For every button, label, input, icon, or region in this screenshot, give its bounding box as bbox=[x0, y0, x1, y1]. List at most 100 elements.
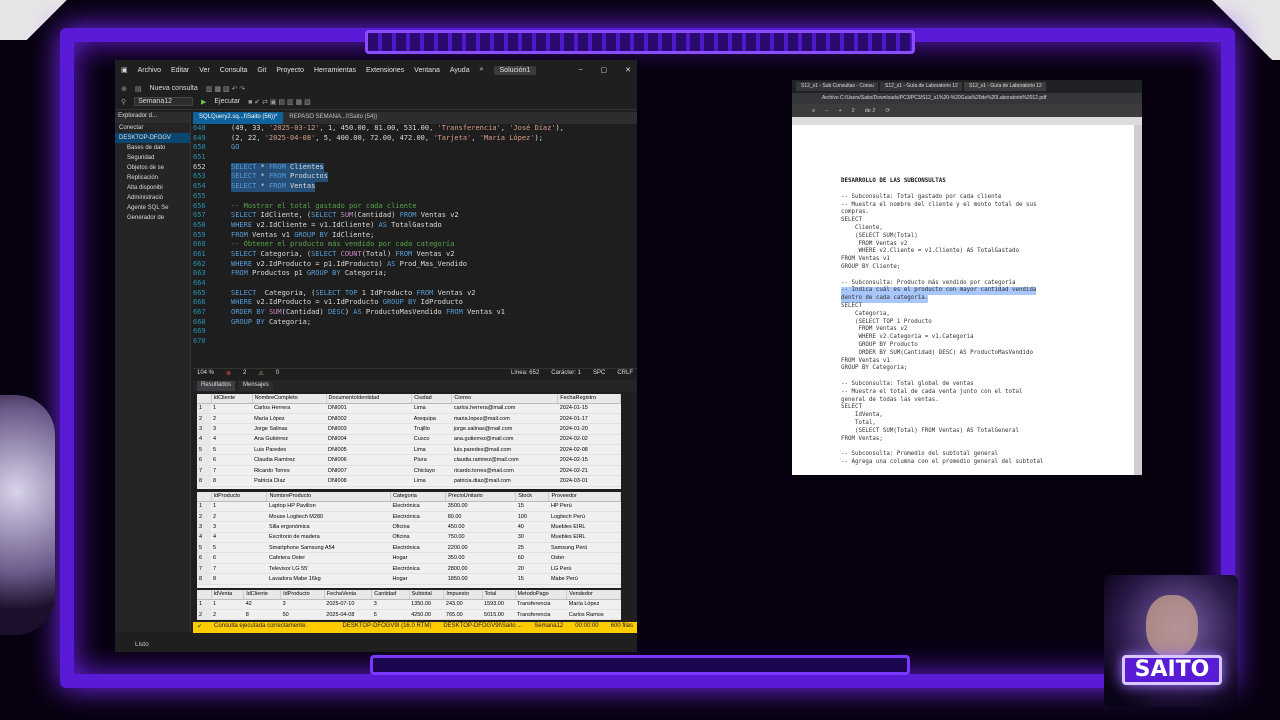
table-cell[interactable]: Lima bbox=[411, 403, 452, 414]
table-cell[interactable]: 1850.00 bbox=[445, 573, 516, 585]
tree-node[interactable]: Replicación bbox=[115, 173, 190, 183]
address-bar[interactable]: Archivo C:/Users/Saito/Downloads/PC3/PC3… bbox=[792, 93, 1142, 104]
code-line[interactable]: 653 SELECT * FROM Productos bbox=[193, 172, 637, 183]
table-cell[interactable]: ana.gutierrez@mail.com bbox=[451, 434, 558, 446]
table-cell[interactable]: 243.00 bbox=[443, 599, 483, 610]
column-header[interactable]: MetodoPago bbox=[515, 590, 568, 600]
table-cell[interactable]: Laptop HP Pavilion bbox=[266, 501, 391, 512]
results-grid-ventas[interactable]: IdVenta IdCliente IdProducto FechaVenta Cant… bbox=[197, 590, 621, 620]
table-cell[interactable]: Samsung Perú bbox=[548, 542, 621, 554]
table-cell[interactable]: 2024-01-15 bbox=[557, 403, 621, 414]
code-line[interactable]: 665 SELECT Categoria, (SELECT TOP 1 IdPro… bbox=[193, 289, 637, 299]
menu-icon[interactable]: ≡ bbox=[812, 108, 815, 114]
column-header[interactable]: Stock bbox=[515, 492, 550, 502]
table-cell[interactable]: 4 bbox=[211, 434, 253, 446]
table-row[interactable]: 2 2 María López DNI002 Arequipa maria.lopez@m… bbox=[197, 413, 621, 425]
table-cell[interactable]: María López bbox=[252, 413, 327, 425]
table-cell[interactable]: Mabe Perú bbox=[548, 573, 621, 585]
table-cell[interactable]: Muebles EIRL bbox=[548, 521, 621, 533]
code-line[interactable]: 655 bbox=[193, 192, 637, 202]
table-cell[interactable]: Trujillo bbox=[411, 423, 452, 435]
menu-item[interactable]: Consulta bbox=[220, 67, 248, 74]
menu-item[interactable]: Ayuda bbox=[450, 67, 470, 74]
table-cell[interactable]: Smartphone Samsung A54 bbox=[266, 542, 391, 554]
table-row[interactable]: 7 7 Ricardo Torres DNI007 Chiclayo ricardo.to… bbox=[197, 465, 621, 477]
table-cell[interactable]: ricardo.torres@mail.com bbox=[451, 465, 558, 477]
table-row[interactable]: 1 1 Laptop HP Pavilion Electrónica 3500.00 15… bbox=[197, 501, 621, 512]
table-cell[interactable]: 2200.00 bbox=[445, 542, 516, 554]
table-cell[interactable]: 1593.00 bbox=[482, 599, 516, 610]
code-line[interactable]: 670 bbox=[193, 337, 637, 347]
table-cell[interactable]: 80.00 bbox=[445, 511, 516, 523]
column-header[interactable]: FechaVenta bbox=[324, 590, 373, 600]
table-cell[interactable]: 3 bbox=[280, 599, 325, 610]
table-cell[interactable]: 8 bbox=[243, 609, 281, 620]
table-row[interactable]: 1 1 42 3 2025-07-10 3 1350.00 243.00 1593.00 Tran… bbox=[197, 599, 621, 610]
table-cell[interactable]: 2 bbox=[211, 609, 244, 620]
table-cell[interactable]: 5015.00 bbox=[482, 609, 516, 620]
row-number[interactable]: 8 bbox=[197, 573, 211, 585]
code-line[interactable]: 648 (49, 33, '2025-03-12', 1, 450.00, 81.… bbox=[193, 124, 637, 134]
code-line[interactable]: 662 WHERE v2.IdProducto = p1.IdProducto) … bbox=[193, 260, 637, 270]
browser-tab[interactable]: S12_s1 - Sub Consultas - Consu bbox=[796, 82, 878, 91]
table-cell[interactable]: 3 bbox=[211, 521, 267, 533]
row-number[interactable]: 5 bbox=[197, 444, 211, 456]
table-cell[interactable]: 40 bbox=[515, 521, 549, 533]
code-line[interactable]: 669 bbox=[193, 327, 637, 337]
table-cell[interactable]: Lima bbox=[411, 475, 452, 487]
tree-node[interactable]: Alta disponibi bbox=[115, 183, 190, 193]
table-cell[interactable]: DNI006 bbox=[326, 454, 412, 466]
table-cell[interactable]: 2024-01-20 bbox=[557, 423, 621, 435]
table-cell[interactable]: DNI005 bbox=[326, 444, 412, 456]
column-header[interactable]: IdCliente bbox=[211, 394, 253, 404]
table-cell[interactable]: DNI001 bbox=[326, 403, 412, 414]
back-icon[interactable]: ⊕ bbox=[121, 85, 127, 93]
table-cell[interactable]: María López bbox=[566, 599, 621, 610]
table-cell[interactable]: 2 bbox=[211, 413, 253, 425]
table-cell[interactable]: 2024-03-01 bbox=[557, 475, 621, 487]
table-cell[interactable]: 15 bbox=[515, 501, 549, 512]
row-number[interactable]: 6 bbox=[197, 454, 211, 466]
tree-node[interactable]: Objetos de se bbox=[115, 163, 190, 173]
table-cell[interactable]: Oficina bbox=[390, 521, 446, 533]
code-line[interactable]: 660 -- Obtener el producto más vendido po… bbox=[193, 240, 637, 250]
table-cell[interactable]: 2024-01-17 bbox=[557, 413, 621, 425]
editor-tab-repaso[interactable]: REPASO SEMANA...I\Saito (54)) bbox=[283, 112, 383, 124]
table-cell[interactable]: Logitech Perú bbox=[548, 511, 621, 523]
table-cell[interactable]: 7 bbox=[211, 563, 267, 575]
table-cell[interactable]: maria.lopez@mail.com bbox=[451, 413, 558, 425]
code-line[interactable]: 657 SELECT IdCliente, (SELECT SUM(Cantida… bbox=[193, 211, 637, 221]
column-header[interactable]: NombreCompleto bbox=[252, 394, 327, 404]
tab-resultados[interactable]: Resultados bbox=[197, 381, 236, 391]
table-cell[interactable]: Electrónica bbox=[390, 511, 446, 523]
table-cell[interactable]: DNI004 bbox=[326, 434, 412, 446]
table-cell[interactable]: 1 bbox=[211, 599, 244, 610]
table-cell[interactable]: 4 bbox=[211, 532, 267, 544]
table-cell[interactable]: 1350.00 bbox=[409, 599, 444, 610]
table-cell[interactable]: Mouse Logitech M280 bbox=[266, 511, 391, 523]
pdf-scrollbar[interactable] bbox=[1134, 125, 1142, 475]
table-cell[interactable]: 2800.00 bbox=[445, 563, 516, 575]
table-cell[interactable]: 2025-04-08 bbox=[324, 609, 372, 620]
browser-tab[interactable]: S12_s1 - Guía de Laboratorio 12 bbox=[964, 82, 1046, 91]
table-cell[interactable]: 1 bbox=[211, 501, 267, 512]
table-row[interactable]: 3 3 Jorge Salinas DNI003 Trujillo jorge.salin… bbox=[197, 423, 621, 435]
tab-mensajes[interactable]: Mensajes bbox=[239, 381, 273, 391]
minimize-icon[interactable]: – bbox=[579, 66, 583, 74]
column-header[interactable]: IdProducto bbox=[211, 492, 268, 502]
table-cell[interactable]: 450.00 bbox=[445, 521, 516, 533]
table-cell[interactable]: HP Perú bbox=[548, 501, 621, 512]
zoom-in-icon[interactable]: + bbox=[838, 108, 841, 114]
table-cell[interactable]: Hogar bbox=[390, 573, 446, 585]
menu-item[interactable]: Proyecto bbox=[276, 67, 304, 74]
row-number[interactable]: 3 bbox=[197, 423, 211, 435]
grid-corner[interactable] bbox=[197, 394, 212, 404]
table-cell[interactable]: patricia.diaz@mail.com bbox=[451, 475, 558, 487]
table-cell[interactable]: carlos.herrera@mail.com bbox=[451, 403, 558, 414]
tree-node[interactable]: Agente SQL Se bbox=[115, 203, 190, 213]
table-cell[interactable]: 20 bbox=[515, 563, 549, 575]
maximize-icon[interactable]: ▢ bbox=[601, 66, 608, 74]
close-icon[interactable]: ✕ bbox=[625, 66, 631, 74]
table-cell[interactable]: Oster bbox=[548, 552, 621, 564]
table-cell[interactable]: Lavadora Mabe 16kg bbox=[266, 573, 391, 585]
